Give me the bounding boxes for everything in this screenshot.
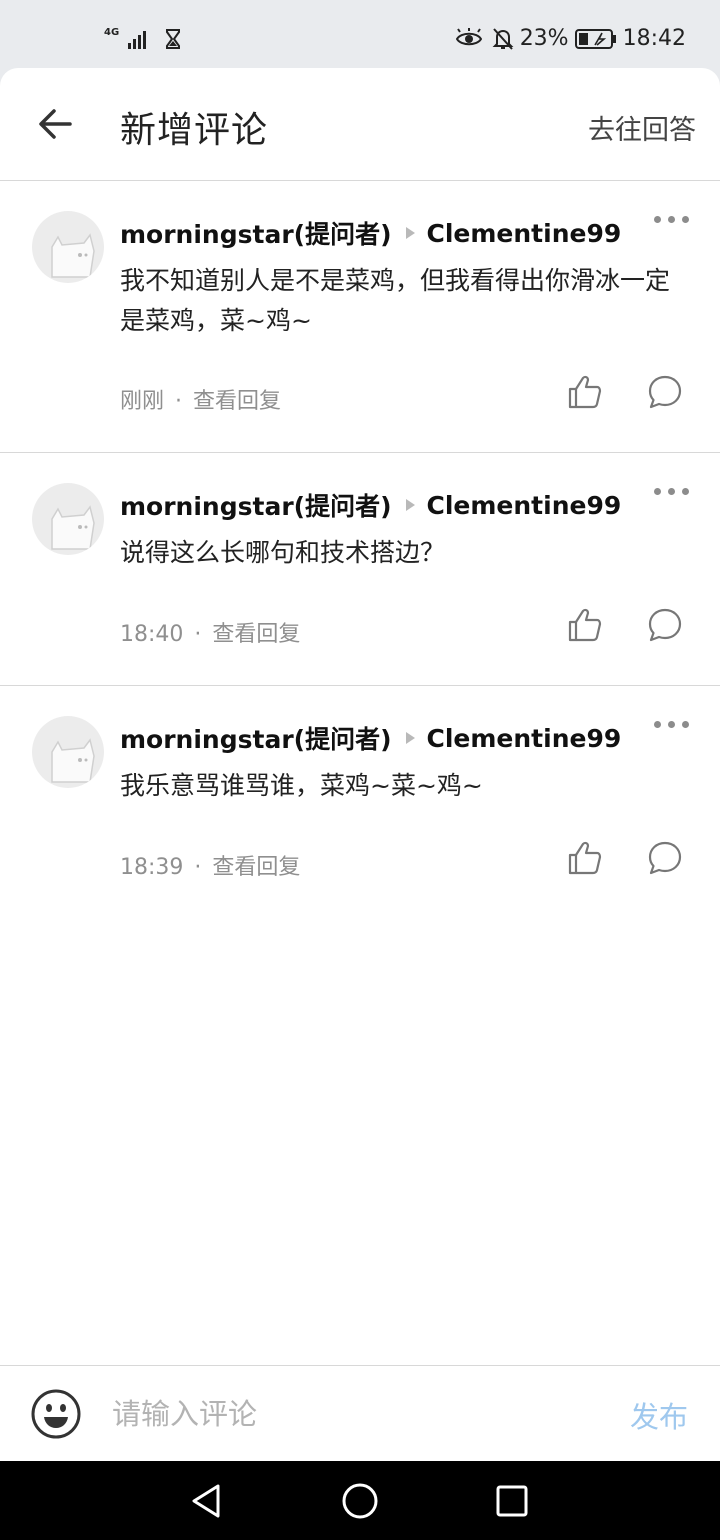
avatar[interactable] (32, 483, 104, 555)
reply-to-name[interactable]: Clementine99 (427, 491, 622, 520)
comment-bubble-icon (648, 841, 682, 875)
comment-text: 我不知道别人是不是菜鸡，但我看得出你滑冰一定是菜鸡，菜~鸡~ (120, 266, 671, 335)
battery-percent: 23% (519, 26, 569, 51)
footer-separator: · (175, 389, 183, 414)
reply-arrow-icon (405, 732, 415, 744)
reply-arrow-icon (405, 499, 415, 511)
emoji-button[interactable] (30, 1388, 82, 1440)
reply-button[interactable] (647, 374, 683, 410)
reply-to-name[interactable]: Clementine99 (427, 219, 622, 248)
comment-text: 说得这么长哪句和技术搭边？ (120, 538, 446, 567)
comment-meta: morningstar(提问者) Clementine99 (120, 215, 621, 251)
goto-answer-button[interactable]: 去往回答 (588, 108, 696, 147)
nav-recents-button[interactable] (492, 1481, 532, 1521)
eye-icon (455, 27, 482, 45)
square-recents-icon (496, 1485, 528, 1517)
avatar[interactable] (32, 716, 104, 788)
reply-button[interactable] (647, 607, 683, 643)
comment-text: 我乐意骂谁骂谁，菜鸡~菜~鸡~ (120, 771, 483, 800)
like-button[interactable] (567, 374, 603, 410)
reply-to-name[interactable]: Clementine99 (427, 724, 622, 753)
more-options-button[interactable] (654, 485, 690, 499)
thumbs-up-icon (568, 375, 602, 409)
nav-back-button[interactable] (186, 1481, 226, 1521)
comment-bubble-icon (648, 608, 682, 642)
thumbs-up-icon (568, 608, 602, 642)
view-replies-link[interactable]: 查看回复 (212, 855, 300, 880)
more-options-button[interactable] (654, 718, 690, 732)
smiley-icon (31, 1389, 81, 1439)
status-left: 4G (104, 28, 181, 50)
comment-time: 18:40 (120, 622, 184, 647)
author-name[interactable]: morningstar(提问者) (120, 720, 392, 756)
nav-home-button[interactable] (340, 1481, 380, 1521)
default-avatar-icon (51, 233, 95, 278)
thumbs-up-icon (568, 841, 602, 875)
comment-footer: 刚刚 · 查看回复 (120, 383, 281, 415)
bell-off-icon (492, 27, 514, 50)
avatar[interactable] (32, 211, 104, 283)
default-avatar-icon (51, 505, 95, 550)
comment-footer: 18:40 · 查看回复 (120, 616, 300, 648)
view-replies-link[interactable]: 查看回复 (212, 622, 300, 647)
page-header: 新增评论 去往回答 (0, 68, 720, 181)
arrow-left-icon (39, 109, 72, 139)
comment-item: morningstar(提问者) Clementine99 我不知道别人是不是菜… (0, 181, 720, 453)
publish-button[interactable]: 发布 (630, 1394, 688, 1436)
view-replies-link[interactable]: 查看回复 (193, 389, 281, 414)
comment-time: 18:39 (120, 855, 184, 880)
battery-icon (574, 28, 616, 49)
default-avatar-icon (51, 738, 95, 783)
comment-item: morningstar(提问者) Clementine99 我乐意骂谁骂谁，菜鸡… (0, 686, 720, 916)
comment-input-bar: 发布 (0, 1365, 720, 1461)
status-right: 23% 18:42 (455, 26, 686, 51)
system-nav-bar (0, 1461, 720, 1540)
author-name[interactable]: morningstar(提问者) (120, 487, 392, 523)
reply-button[interactable] (647, 840, 683, 876)
comment-bubble-icon (648, 375, 682, 409)
like-button[interactable] (567, 607, 603, 643)
circle-home-icon (342, 1483, 378, 1519)
comments-page: 新增评论 去往回答 morningstar(提问者) Clementine99 … (0, 68, 720, 1461)
signal-icon (128, 31, 147, 49)
comment-item: morningstar(提问者) Clementine99 说得这么长哪句和技术… (0, 453, 720, 686)
back-button[interactable] (34, 102, 78, 146)
like-button[interactable] (567, 840, 603, 876)
comment-footer: 18:39 · 查看回复 (120, 849, 300, 881)
author-name[interactable]: morningstar(提问者) (120, 215, 392, 251)
comment-meta: morningstar(提问者) Clementine99 (120, 487, 621, 523)
comment-meta: morningstar(提问者) Clementine99 (120, 720, 621, 756)
status-time: 18:42 (622, 26, 686, 51)
footer-separator: · (194, 622, 202, 647)
reply-arrow-icon (405, 227, 415, 239)
footer-separator: · (194, 855, 202, 880)
triangle-back-icon (192, 1484, 220, 1518)
comment-input[interactable] (112, 1386, 572, 1442)
network-type: 4G (104, 27, 120, 38)
comment-time: 刚刚 (120, 389, 165, 414)
status-bar: 4G 23% 18:42 (0, 0, 720, 68)
more-options-button[interactable] (654, 213, 690, 227)
hourglass-icon (166, 29, 181, 49)
page-title: 新增评论 (120, 110, 269, 151)
